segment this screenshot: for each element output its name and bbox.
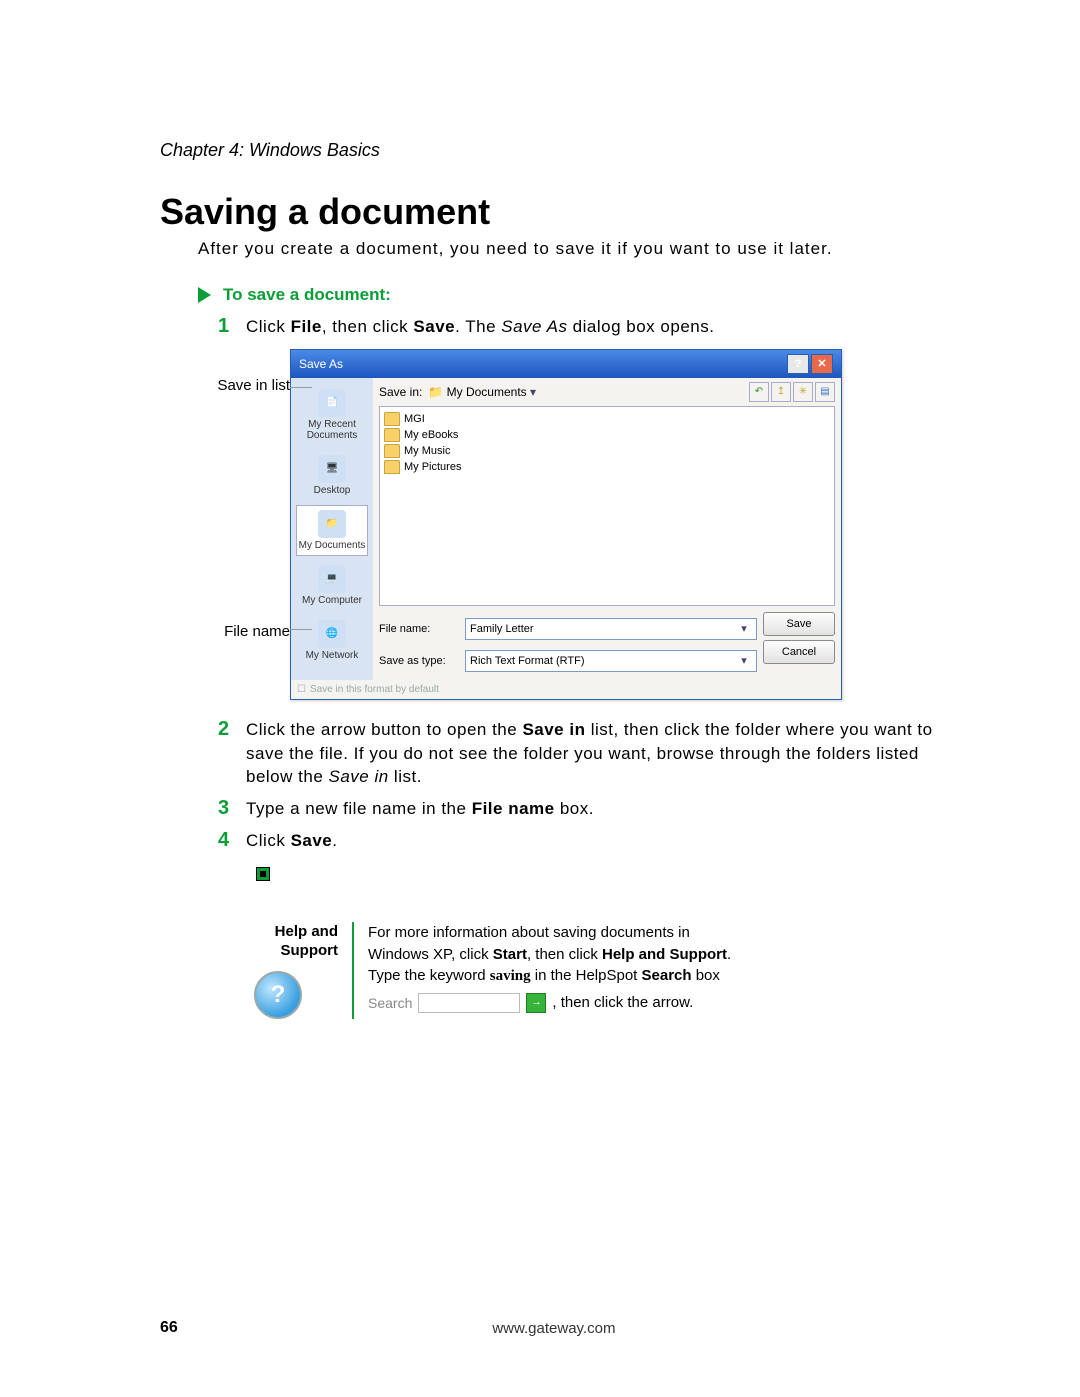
help-line2: Type the keyword saving in the HelpSpot …: [368, 965, 960, 988]
search-label: Search: [368, 993, 412, 1013]
step-bold: Save: [291, 831, 333, 850]
step-text: . The: [455, 317, 501, 336]
step-bold: Save in: [522, 720, 585, 739]
place-recent[interactable]: 📄My Recent Documents: [296, 384, 368, 446]
stop-icon: [256, 867, 270, 881]
search-go-button[interactable]: →: [526, 993, 546, 1013]
chevron-down-icon[interactable]: ▾: [530, 385, 536, 399]
filename-value: Family Letter: [470, 623, 534, 635]
step-text: Click: [246, 317, 291, 336]
folder-item[interactable]: My eBooks: [384, 427, 830, 443]
step-4: 4 Click Save.: [218, 829, 960, 853]
up-button[interactable]: ↥: [771, 382, 791, 402]
callout-save-in: Save in list: [160, 377, 290, 395]
divider: [352, 922, 354, 1019]
save-button[interactable]: Save: [763, 612, 835, 636]
folder-label: My Pictures: [404, 461, 461, 473]
callout-line: [290, 387, 312, 388]
save-in-dropdown[interactable]: 📁 My Documents ▾: [428, 385, 743, 399]
step-italic: Save As: [501, 317, 567, 336]
place-label: My Recent Documents: [307, 419, 358, 441]
back-button[interactable]: ↶: [749, 382, 769, 402]
step-text: dialog box opens.: [567, 317, 714, 336]
callout-file-name: File name: [160, 623, 290, 641]
savetype-label: Save as type:: [379, 655, 459, 667]
place-mynetwork[interactable]: 🌐My Network: [296, 615, 368, 666]
cancel-button[interactable]: Cancel: [763, 640, 835, 664]
help-and-support: Help andSupport ? For more information a…: [218, 922, 960, 1019]
folder-icon: [384, 444, 400, 458]
savetype-dropdown[interactable]: Rich Text Format (RTF) ▾: [465, 650, 757, 672]
step-bold: File name: [472, 799, 555, 818]
step-text: Click the arrow button to open the: [246, 720, 522, 739]
step-number: 4: [218, 829, 238, 853]
help-heading: Help andSupport: [218, 922, 338, 961]
search-input[interactable]: [418, 993, 520, 1013]
folder-label: MGI: [404, 413, 425, 425]
file-list[interactable]: MGI My eBooks My Music My Pictures: [379, 406, 835, 606]
place-desktop[interactable]: 🖥Desktop: [296, 450, 368, 501]
section-label: To save a document:: [223, 285, 391, 305]
dialog-title: Save As: [299, 357, 343, 371]
footer-url: www.gateway.com: [178, 1320, 930, 1337]
step-number: 1: [218, 315, 238, 339]
default-format-note: ☐Save in this format by default: [291, 680, 841, 699]
dialog-titlebar: Save As ? ✕: [291, 350, 841, 378]
help-button[interactable]: ?: [787, 354, 809, 374]
places-bar: 📄My Recent Documents 🖥Desktop 📁My Docume…: [291, 378, 373, 680]
filename-input[interactable]: Family Letter ▾: [465, 618, 757, 640]
filename-label: File name:: [379, 623, 459, 635]
help-line3: , then click the arrow.: [552, 992, 693, 1014]
step-2: 2 Click the arrow button to open the Sav…: [218, 718, 960, 789]
step-number: 2: [218, 718, 238, 789]
place-label: Desktop: [314, 485, 351, 496]
note-text: Save in this format by default: [310, 684, 439, 695]
callout-line: [290, 629, 312, 630]
folder-icon: [384, 460, 400, 474]
place-label: My Network: [306, 650, 359, 661]
step-text: Type a new file name in the: [246, 799, 472, 818]
page-number: 66: [160, 1319, 178, 1337]
help-line1: For more information about saving docume…: [368, 922, 960, 966]
place-label: My Documents: [299, 540, 366, 551]
step-bold: Save: [413, 317, 455, 336]
save-in-value: My Documents: [447, 385, 527, 399]
place-mycomputer[interactable]: 💻My Computer: [296, 560, 368, 611]
play-icon: [198, 287, 211, 303]
folder-label: My Music: [404, 445, 450, 457]
place-mydocs[interactable]: 📁My Documents: [296, 505, 368, 556]
step-1: 1 Click File, then click Save. The Save …: [218, 315, 960, 339]
step-text: Click: [246, 831, 291, 850]
savetype-value: Rich Text Format (RTF): [470, 655, 585, 667]
step-3: 3 Type a new file name in the File name …: [218, 797, 960, 821]
step-text: box.: [555, 799, 594, 818]
views-button[interactable]: ▤: [815, 382, 835, 402]
page-title: Saving a document: [160, 191, 960, 233]
step-text: , then click: [322, 317, 414, 336]
step-text: list.: [389, 767, 422, 786]
folder-label: My eBooks: [404, 429, 458, 441]
step-bold: File: [291, 317, 322, 336]
step-text: .: [332, 831, 337, 850]
chapter-header: Chapter 4: Windows Basics: [160, 140, 960, 161]
close-button[interactable]: ✕: [811, 354, 833, 374]
folder-icon: [384, 428, 400, 442]
help-icon: ?: [254, 971, 302, 1019]
intro-text: After you create a document, you need to…: [160, 239, 960, 259]
folder-item[interactable]: My Pictures: [384, 459, 830, 475]
folder-icon: [384, 412, 400, 426]
step-number: 3: [218, 797, 238, 821]
new-folder-button[interactable]: ✳: [793, 382, 813, 402]
folder-item[interactable]: My Music: [384, 443, 830, 459]
folder-item[interactable]: MGI: [384, 411, 830, 427]
save-in-label: Save in:: [379, 385, 422, 399]
step-italic: Save in: [329, 767, 389, 786]
place-label: My Computer: [302, 595, 362, 606]
chevron-down-icon[interactable]: ▾: [736, 622, 752, 635]
save-as-dialog: Save As ? ✕ 📄My Recent Documents 🖥Deskto…: [290, 349, 842, 700]
chevron-down-icon[interactable]: ▾: [736, 654, 752, 667]
